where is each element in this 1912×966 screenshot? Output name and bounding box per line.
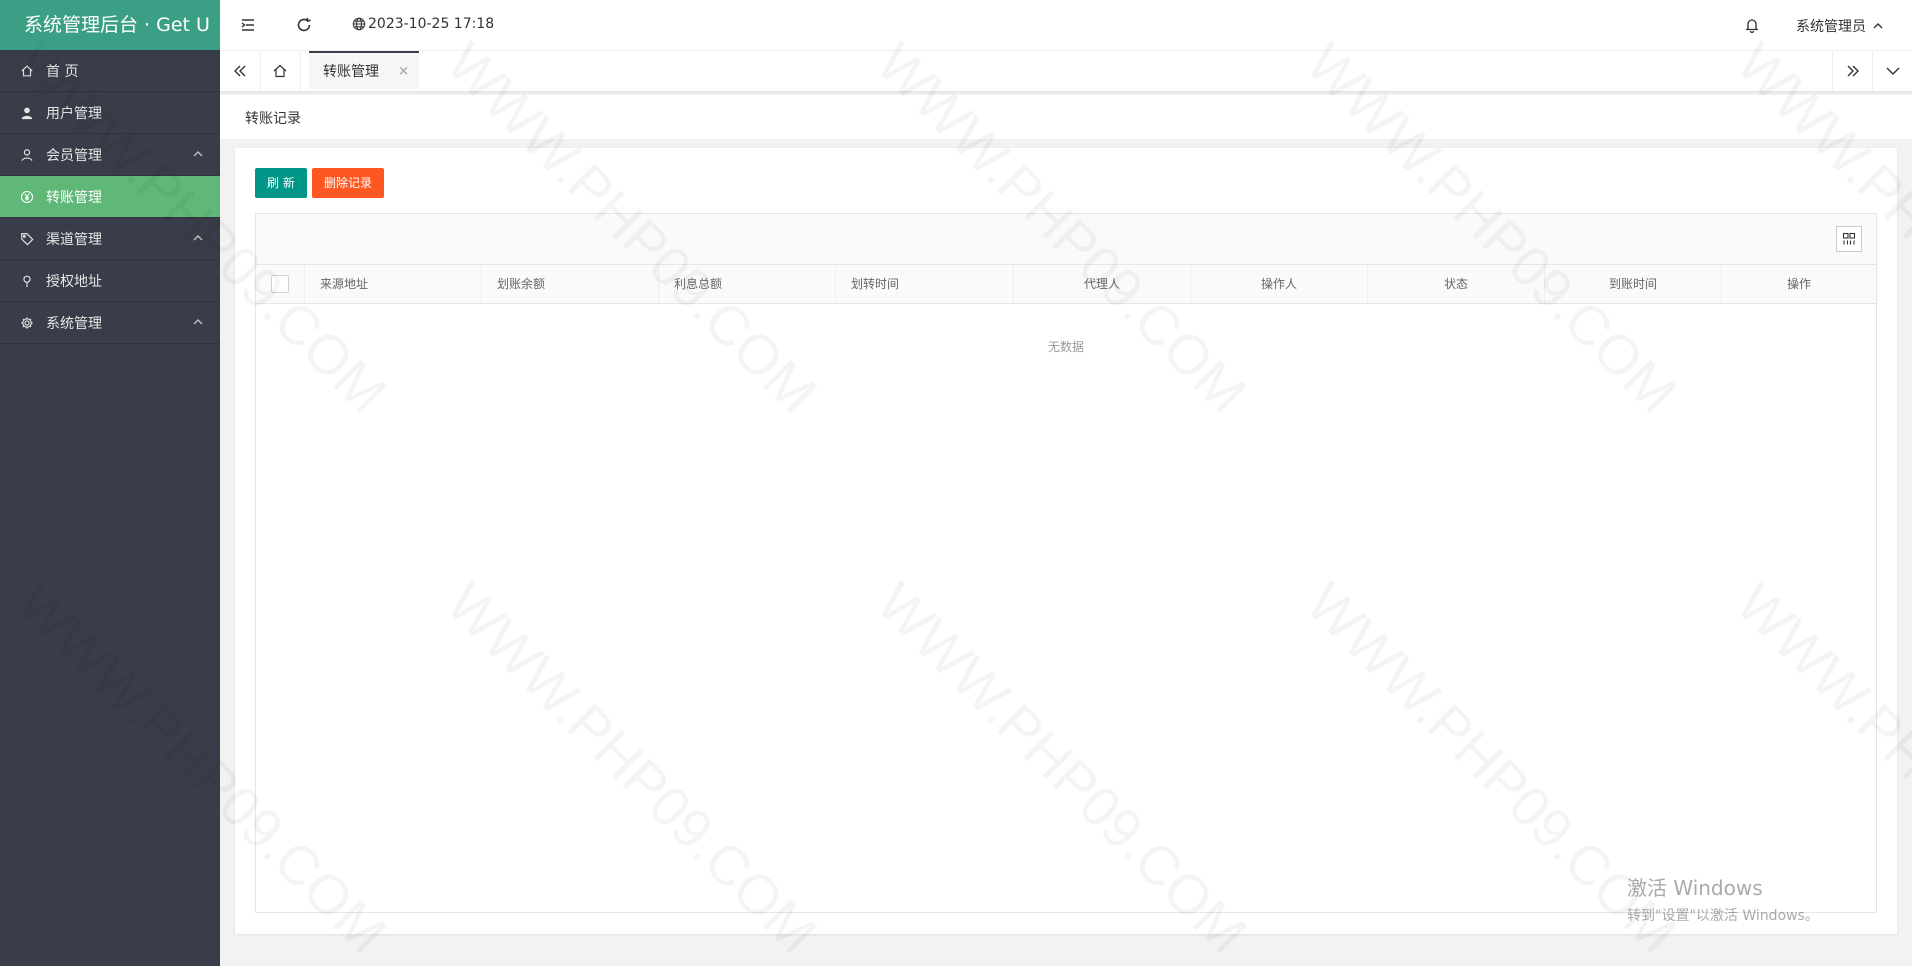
chevron-up-icon (192, 148, 204, 160)
column-header[interactable]: 划账余额 (482, 265, 659, 303)
column-filter-icon[interactable] (1836, 226, 1862, 252)
column-header[interactable]: 操作 (1722, 265, 1876, 303)
select-all-checkbox[interactable] (271, 275, 289, 293)
sidebar-item-transfers[interactable]: 转账管理 (0, 176, 220, 218)
sidebar-item-label: 会员管理 (46, 147, 102, 164)
breadcrumb-bar: 转账记录 (220, 95, 1912, 139)
app-logo-title[interactable]: 系统管理后台 · Get U (0, 0, 220, 50)
sidebar: 系统管理后台 · Get U 首 页 用户管理 会员管理 转账管理 渠道管理 授… (0, 0, 220, 966)
tag-icon (20, 232, 34, 246)
column-header[interactable]: 操作人 (1191, 265, 1368, 303)
sidebar-item-system[interactable]: 系统管理 (0, 302, 220, 344)
tab-transfer-management[interactable]: 转账管理 × (309, 51, 419, 89)
empty-state: 无数据 (1047, 340, 1084, 354)
data-table: 来源地址 划账余额 利息总额 划转时间 代理人 操作人 状态 到账时间 操作 无… (255, 213, 1877, 913)
chevron-up-icon (1873, 23, 1883, 29)
chevron-down-icon[interactable] (1872, 51, 1912, 91)
user-name: 系统管理员 (1796, 19, 1866, 35)
chevron-up-icon (192, 232, 204, 244)
breadcrumb: 转账记录 (245, 111, 301, 127)
header-checkbox-cell (256, 265, 305, 303)
column-header[interactable]: 到账时间 (1545, 265, 1722, 303)
column-header[interactable]: 来源地址 (305, 265, 482, 303)
tab-close-icon[interactable]: × (398, 64, 409, 79)
datetime-display: 2023-10-25 17:18 (352, 16, 494, 32)
scroll-right-icon[interactable] (1832, 51, 1873, 91)
menu-collapse-icon[interactable] (238, 15, 258, 35)
column-header[interactable]: 利息总额 (659, 265, 836, 303)
sidebar-item-label: 渠道管理 (46, 231, 102, 248)
sidebar-item-label: 用户管理 (46, 105, 102, 122)
user-menu[interactable]: 系统管理员 (1796, 16, 1884, 36)
sidebar-item-auth-address[interactable]: 授权地址 (0, 260, 220, 302)
sidebar-item-users[interactable]: 用户管理 (0, 92, 220, 134)
sidebar-item-home[interactable]: 首 页 (0, 50, 220, 92)
location-pin-icon (20, 274, 34, 288)
gear-icon (20, 316, 34, 330)
bell-icon[interactable] (1742, 15, 1762, 35)
top-header: 2023-10-25 17:18 系统管理员 (220, 0, 1912, 51)
sidebar-item-label: 系统管理 (46, 315, 102, 332)
table-header: 来源地址 划账余额 利息总额 划转时间 代理人 操作人 状态 到账时间 操作 (256, 265, 1876, 304)
refresh-button[interactable]: 刷 新 (255, 168, 307, 198)
delete-records-button[interactable]: 删除记录 (312, 168, 385, 198)
yen-circle-icon (20, 190, 34, 204)
scroll-left-icon[interactable] (220, 51, 261, 91)
column-header[interactable]: 状态 (1368, 265, 1545, 303)
column-header[interactable]: 代理人 (1014, 265, 1191, 303)
globe-icon (352, 17, 366, 31)
column-header[interactable]: 划转时间 (836, 265, 1014, 303)
sidebar-item-label: 转账管理 (46, 189, 102, 206)
chevron-up-icon (192, 316, 204, 328)
sidebar-item-members[interactable]: 会员管理 (0, 134, 220, 176)
sidebar-item-channels[interactable]: 渠道管理 (0, 218, 220, 260)
user-icon (20, 106, 34, 120)
sidebar-item-label: 首 页 (46, 63, 79, 80)
tab-label: 转账管理 (323, 64, 379, 80)
table-toolbar (256, 214, 1876, 265)
home-tab-icon[interactable] (260, 51, 301, 91)
home-icon (20, 64, 34, 78)
refresh-icon[interactable] (294, 15, 314, 35)
tabs-bar: 转账管理 × (220, 51, 1912, 91)
member-icon (20, 148, 34, 162)
datetime-text: 2023-10-25 17:18 (368, 16, 495, 32)
sidebar-item-label: 授权地址 (46, 273, 102, 290)
main-card: 刷 新 删除记录 来源地址 划账余额 利息总额 划转时间 代理人 操作人 状态 … (235, 148, 1897, 934)
